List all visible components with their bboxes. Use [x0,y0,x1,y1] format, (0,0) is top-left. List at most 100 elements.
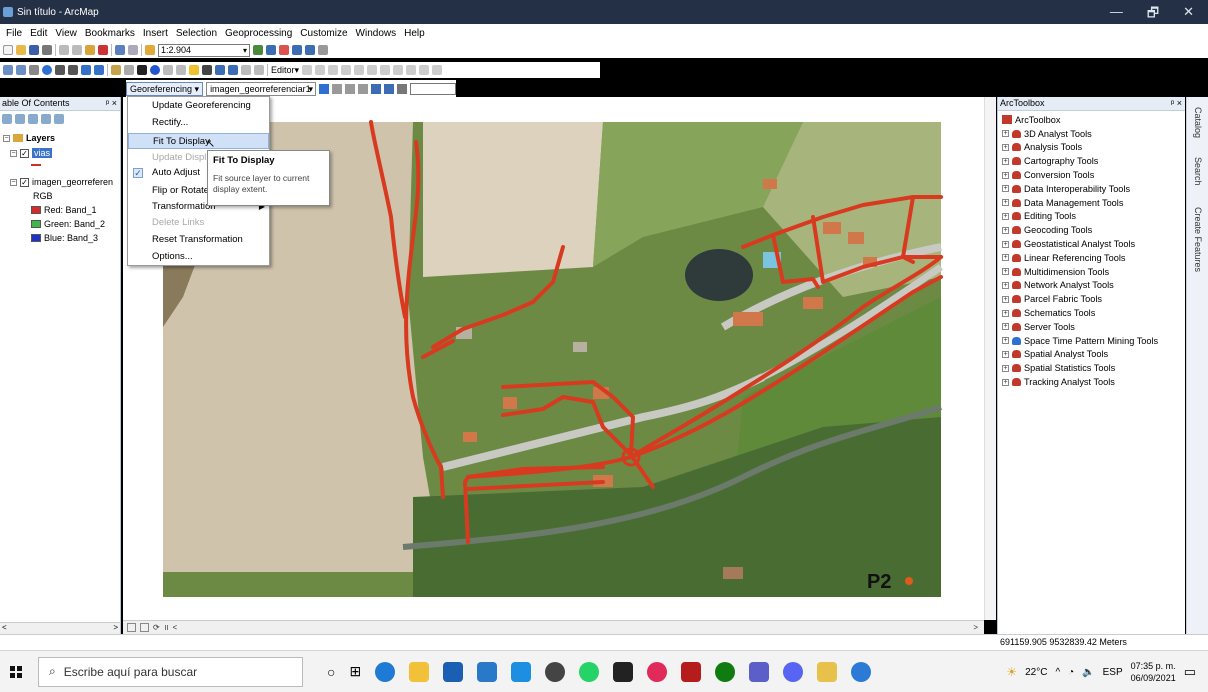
menu-windows[interactable]: Windows [352,28,401,39]
edit-vertices-icon[interactable] [341,65,352,75]
toolbox-item[interactable]: +3D Analyst Tools [1002,127,1185,141]
layer-imagen[interactable]: − ✓ imagen_georreferen [10,177,113,187]
reshape-icon[interactable] [354,65,365,75]
network-icon[interactable]: ◔ [1068,667,1074,678]
collapse-icon[interactable]: − [3,134,10,142]
list-by-visibility-icon[interactable] [28,114,38,124]
expand-icon[interactable]: + [1002,157,1009,165]
toolbox-item[interactable]: + Schematics Tools [1002,306,1185,320]
vias-label[interactable]: vias [32,148,53,158]
expand-icon[interactable]: + [1002,226,1009,234]
add-control-points-icon[interactable] [319,83,330,94]
zoom-in-icon[interactable] [3,65,13,75]
toolbox-item-label[interactable]: Spatial Analyst Tools [1024,349,1108,359]
delete-icon[interactable] [98,45,108,55]
cut-icon[interactable] [59,45,69,55]
chevron-up-icon[interactable]: ^ [1055,667,1060,678]
model-builder-icon[interactable] [305,45,315,55]
toolbox-item-label[interactable]: Analysis Tools [1024,142,1082,152]
back-extent-icon[interactable] [81,65,91,75]
toc-pin-close[interactable]: ᵖ × [106,97,117,110]
expand-icon[interactable]: + [1002,378,1009,386]
redo-icon[interactable] [128,45,138,55]
toolbox-item-label[interactable]: Spatial Statistics Tools [1024,363,1115,373]
zoom-to-selected-link-icon[interactable] [345,83,356,94]
menu-file[interactable]: File [2,28,26,39]
toolbox-item-label[interactable]: Data Interoperability Tools [1024,184,1130,194]
toolbox-item-label[interactable]: Tracking Analyst Tools [1024,377,1115,387]
tab-catalog[interactable]: Catalog [1193,107,1203,138]
expand-icon[interactable]: + [1002,171,1009,179]
expand-icon[interactable]: + [1002,364,1009,372]
select-link-icon[interactable] [332,83,343,94]
expand-icon[interactable]: + [1002,323,1009,331]
band-blue[interactable]: Blue: Band_3 [31,233,98,243]
discord-icon[interactable] [783,661,804,682]
taskbar-clock[interactable]: 07:35 p. m. 06/09/2021 [1131,660,1176,684]
find-route-icon[interactable] [215,65,225,75]
scroll-left-arrow[interactable]: < [173,623,178,632]
paste-icon[interactable] [85,45,95,55]
straight-segment-icon[interactable] [315,65,326,75]
menu-delete-links[interactable]: Delete Links [128,215,269,231]
line-symbol[interactable] [31,164,41,166]
shift-raster-icon[interactable] [397,83,408,94]
menu-reset-transformation[interactable]: Reset Transformation [128,232,269,248]
fixed-zoom-out-icon[interactable] [68,65,78,75]
toolbox-item-label[interactable]: Cartography Tools [1024,156,1098,166]
close-button[interactable]: ✕ [1183,4,1194,26]
opera-icon[interactable] [647,661,668,682]
attributes-icon[interactable] [406,65,417,75]
expand-icon[interactable]: + [1002,268,1009,276]
toolbox-item[interactable]: + Parcel Fabric Tools [1002,292,1185,306]
split-icon[interactable] [380,65,391,75]
menu-insert[interactable]: Insert [139,28,172,39]
sketch-properties-icon[interactable] [419,65,430,75]
map-vertical-scrollbar[interactable] [984,97,996,620]
menu-update-georeferencing[interactable]: Update Georeferencing [128,98,269,114]
create-features-icon[interactable] [432,65,443,75]
menu-view[interactable]: View [51,28,81,39]
delete-link-icon[interactable] [358,83,369,94]
maximize-button[interactable]: 🗗 [1147,4,1159,26]
zoom-out-icon[interactable] [16,65,26,75]
hyperlink-icon[interactable] [163,65,173,75]
minimize-button[interactable]: — [1110,4,1123,26]
expand-icon[interactable]: + [1002,337,1009,345]
list-by-source-icon[interactable] [15,114,25,124]
menu-edit[interactable]: Edit [26,28,51,39]
menu-selection[interactable]: Selection [172,28,221,39]
scroll-right-arrow[interactable]: > [973,623,978,632]
notifications-icon[interactable]: ▭ [1184,664,1196,680]
menu-customize[interactable]: Customize [296,28,351,39]
file-explorer-icon[interactable] [409,661,430,682]
pan-icon[interactable] [29,65,39,75]
swipe-icon[interactable] [254,65,264,75]
toolbox-item[interactable]: + Conversion Tools [1002,168,1185,182]
toolbox-item[interactable]: + Cartography Tools [1002,154,1185,168]
vscode-icon[interactable] [511,661,532,682]
imagen-label[interactable]: imagen_georreferen [32,177,113,187]
measure-icon[interactable] [189,65,199,75]
toolbox-item[interactable]: + Data Management Tools [1002,196,1185,210]
expand-icon[interactable]: + [1002,309,1009,317]
outlook-icon[interactable] [477,661,498,682]
undo-icon[interactable] [115,45,125,55]
toolbox-item[interactable]: + Server Tools [1002,320,1185,334]
toolbox-item-label[interactable]: Linear Referencing Tools [1024,253,1125,263]
mail-icon[interactable] [443,661,464,682]
task-view-icon[interactable]: ⊞ [349,663,361,680]
red-swatch[interactable] [31,206,41,214]
toolbox-item-label[interactable]: Space Time Pattern Mining Tools [1024,336,1158,346]
toolbox-item-label[interactable]: Schematics Tools [1024,308,1095,318]
menu-options[interactable]: Options... [128,249,269,265]
band-red[interactable]: Red: Band_1 [31,205,97,215]
collapse-icon[interactable]: − [10,149,17,157]
blue-swatch[interactable] [31,234,41,242]
toolbox-item-label[interactable]: Editing Tools [1024,211,1076,221]
toolbox-item[interactable]: + Data Interoperability Tools [1002,182,1185,196]
toolbox-item[interactable]: + Tracking Analyst Tools [1002,375,1185,389]
forward-extent-icon[interactable] [94,65,104,75]
layout-view-button[interactable] [127,623,136,632]
imagen-visibility-checkbox[interactable]: ✓ [20,177,29,187]
